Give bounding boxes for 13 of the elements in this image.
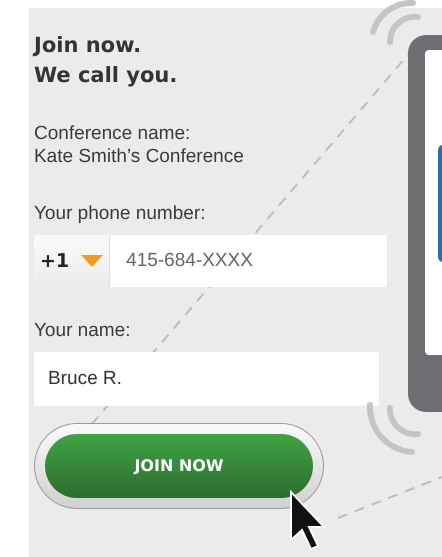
name-input-field[interactable]: Bruce R. <box>34 352 379 406</box>
signal-waves-icon <box>367 402 421 455</box>
heading: Join now. <box>34 32 142 59</box>
join-now-button[interactable]: JOIN NOW <box>45 434 313 498</box>
signal-waves-icon <box>370 0 421 45</box>
name-label: Your name: <box>34 319 132 342</box>
caret-icon <box>81 255 104 267</box>
country-code-dropdown[interactable]: +1 <box>34 235 110 287</box>
heading: We call you. <box>34 62 178 89</box>
cursor-icon <box>290 489 326 550</box>
conference-name: Kate Smith’s Conference <box>34 145 245 168</box>
conference-label: Conference name: <box>34 122 192 145</box>
phone-label: Your phone number: <box>34 202 206 225</box>
